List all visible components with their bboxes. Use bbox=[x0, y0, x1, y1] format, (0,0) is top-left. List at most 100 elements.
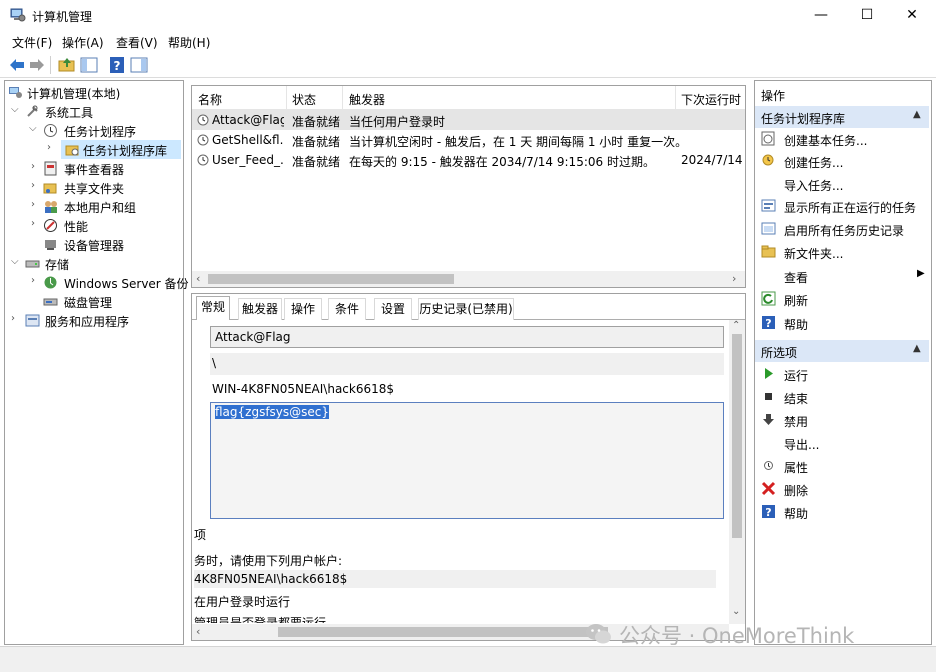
task-row[interactable]: GetShell&fl... 准备就绪 当计算机空闲时 - 触发后，在 1 天 … bbox=[192, 130, 745, 150]
chevron-right-icon[interactable]: › bbox=[31, 275, 41, 286]
minimize-button[interactable]: — bbox=[798, 0, 844, 30]
chevron-down-icon[interactable]: ⌵ bbox=[11, 104, 21, 115]
tree-item-performance[interactable]: › 性能 bbox=[5, 216, 183, 235]
vscroll-thumb[interactable] bbox=[732, 334, 742, 538]
event-viewer-icon bbox=[44, 161, 57, 176]
column-status[interactable]: 状态 bbox=[292, 91, 316, 108]
tree-item-disk-management[interactable]: 磁盘管理 bbox=[5, 292, 183, 311]
chevron-down-icon[interactable]: ⌵ bbox=[11, 256, 21, 267]
action-refresh[interactable]: 刷新 bbox=[755, 288, 929, 310]
storage-icon bbox=[25, 260, 40, 268]
chevron-right-icon[interactable]: › bbox=[31, 199, 41, 210]
tree-item-task-scheduler-library[interactable]: › 任务计划程序库 bbox=[47, 140, 181, 159]
tab-settings[interactable]: 设置 bbox=[374, 298, 412, 320]
scroll-up-icon[interactable]: ⌃ bbox=[732, 320, 740, 331]
computer-management-icon bbox=[10, 8, 26, 22]
menu-action[interactable]: 操作(A) bbox=[62, 34, 104, 51]
collapse-icon[interactable]: ▲ bbox=[913, 343, 921, 354]
action-show-running-tasks[interactable]: 显示所有正在运行的任务 bbox=[755, 195, 929, 217]
action-import-task[interactable]: 导入任务... bbox=[755, 173, 929, 195]
action-create-basic-task[interactable]: 创建基本任务... bbox=[755, 128, 929, 150]
tree-item-windows-server-backup[interactable]: › Windows Server 备份 bbox=[5, 273, 189, 292]
action-delete[interactable]: 删除 bbox=[755, 478, 929, 500]
chevron-right-icon[interactable]: › bbox=[31, 180, 41, 191]
tab-triggers[interactable]: 触发器 bbox=[238, 298, 282, 320]
show-hide-action-pane-icon[interactable] bbox=[130, 56, 148, 74]
action-help[interactable]: ? 帮助 bbox=[755, 312, 929, 334]
chevron-down-icon[interactable]: ⌵ bbox=[29, 123, 39, 134]
up-folder-icon[interactable] bbox=[58, 56, 76, 74]
help-icon[interactable]: ? bbox=[108, 56, 126, 74]
action-help-selected[interactable]: ? 帮助 bbox=[755, 501, 929, 523]
show-hide-tree-icon[interactable] bbox=[80, 56, 98, 74]
forward-icon[interactable] bbox=[28, 56, 46, 74]
run-whether-logged-on-option[interactable]: 管理员是否登录都要运行 bbox=[194, 616, 326, 623]
tree-item-computer-management[interactable]: 计算机管理(本地) bbox=[5, 83, 183, 102]
tree-item-local-users-groups[interactable]: › 本地用户和组 bbox=[5, 197, 183, 216]
chevron-right-icon[interactable]: › bbox=[31, 161, 41, 172]
actions-section-library[interactable]: 任务计划程序库 ▲ bbox=[755, 106, 929, 128]
hscroll-thumb[interactable] bbox=[278, 627, 608, 637]
action-export[interactable]: 导出... bbox=[755, 432, 929, 454]
tree-item-shared-folders[interactable]: › 共享文件夹 bbox=[5, 178, 183, 197]
action-enable-history[interactable]: 启用所有任务历史记录 bbox=[755, 218, 929, 240]
tab-general[interactable]: 常规 bbox=[196, 296, 230, 320]
action-end[interactable]: 结束 bbox=[755, 386, 929, 408]
action-disable[interactable]: 禁用 bbox=[755, 409, 929, 431]
users-icon bbox=[45, 201, 57, 213]
chevron-right-icon[interactable]: › bbox=[47, 142, 57, 153]
action-view[interactable]: 查看 ▶ bbox=[755, 265, 929, 287]
close-button[interactable]: ✕ bbox=[889, 0, 935, 30]
column-name[interactable]: 名称 bbox=[198, 91, 222, 108]
back-icon[interactable] bbox=[8, 56, 26, 74]
scroll-down-icon[interactable]: ⌄ bbox=[732, 606, 740, 617]
clock-icon bbox=[44, 124, 57, 137]
tree-item-device-manager[interactable]: 设备管理器 bbox=[5, 235, 183, 254]
task-list-hscrollbar[interactable]: ‹ › bbox=[192, 271, 745, 287]
tab-actions[interactable]: 操作 bbox=[284, 298, 322, 320]
scroll-left-icon[interactable]: ‹ bbox=[196, 272, 200, 285]
task-author-field[interactable]: WIN-4K8FN05NEAI\hack6618$ bbox=[210, 379, 724, 401]
task-trigger: 当任何用户登录时 bbox=[349, 115, 446, 129]
action-new-folder[interactable]: 新文件夹... bbox=[755, 241, 929, 263]
task-name-field[interactable]: Attack@Flag bbox=[210, 326, 724, 348]
run-as-user-field[interactable]: 4K8FN05NEAI\hack6618$ bbox=[194, 570, 716, 588]
chevron-right-icon[interactable]: › bbox=[31, 218, 41, 229]
collapse-icon[interactable]: ▲ bbox=[913, 109, 921, 120]
wechat-icon bbox=[586, 624, 611, 644]
task-location-field[interactable]: \ bbox=[210, 353, 724, 375]
tab-history[interactable]: 历史记录(已禁用) bbox=[418, 298, 514, 320]
actions-pane: 操作 任务计划程序库 ▲ 创建基本任务... 创建任务... 导入任务... 显… bbox=[754, 80, 932, 645]
column-next-run[interactable]: 下次运行时 bbox=[681, 91, 741, 108]
task-row[interactable]: User_Feed_... 准备就绪 在每天的 9:15 - 触发器在 2034… bbox=[192, 150, 745, 170]
hscroll-thumb[interactable] bbox=[208, 274, 454, 284]
tree-item-services-applications[interactable]: › 服务和应用程序 bbox=[5, 311, 183, 330]
tree-item-task-scheduler[interactable]: ⌵ 任务计划程序 bbox=[5, 121, 183, 140]
menu-file[interactable]: 文件(F) bbox=[12, 34, 52, 51]
task-description-field[interactable]: flag{zgsfsys@sec} bbox=[210, 402, 724, 519]
action-create-task[interactable]: 创建任务... bbox=[755, 150, 929, 172]
actions-header: 操作 bbox=[761, 89, 786, 103]
action-run[interactable]: 运行 bbox=[755, 363, 929, 385]
task-status: 准备就绪 bbox=[292, 135, 341, 149]
actions-section-selected[interactable]: 所选项 ▲ bbox=[755, 340, 929, 362]
scroll-left-icon[interactable]: ‹ bbox=[196, 625, 200, 638]
run-when-logged-on-option[interactable]: 在用户登录时运行 bbox=[194, 593, 290, 610]
security-options-label: 项 bbox=[194, 528, 207, 542]
tree-item-storage[interactable]: ⌵ 存储 bbox=[5, 254, 183, 273]
chevron-right-icon[interactable]: › bbox=[11, 313, 21, 324]
scroll-right-icon[interactable]: › bbox=[732, 272, 736, 285]
tree-item-event-viewer[interactable]: › 事件查看器 bbox=[5, 159, 183, 178]
action-properties[interactable]: 属性 bbox=[755, 455, 929, 477]
task-row[interactable]: Attack@Flag 准备就绪 当任何用户登录时 bbox=[192, 110, 745, 130]
tree-item-system-tools[interactable]: ⌵ 系统工具 bbox=[5, 102, 183, 121]
column-trigger[interactable]: 触发器 bbox=[349, 91, 385, 108]
menu-help[interactable]: 帮助(H) bbox=[168, 34, 210, 51]
help-icon: ? bbox=[762, 505, 775, 519]
task-clock-icon bbox=[197, 134, 209, 146]
tab-conditions[interactable]: 条件 bbox=[328, 298, 366, 320]
menu-view[interactable]: 查看(V) bbox=[116, 34, 158, 51]
properties-vscrollbar[interactable]: ⌃ ⌄ bbox=[729, 320, 745, 624]
task-trigger: 在每天的 9:15 - 触发器在 2034/7/14 9:15:06 时过期。 bbox=[349, 155, 655, 169]
maximize-button[interactable]: ☐ bbox=[844, 0, 890, 30]
